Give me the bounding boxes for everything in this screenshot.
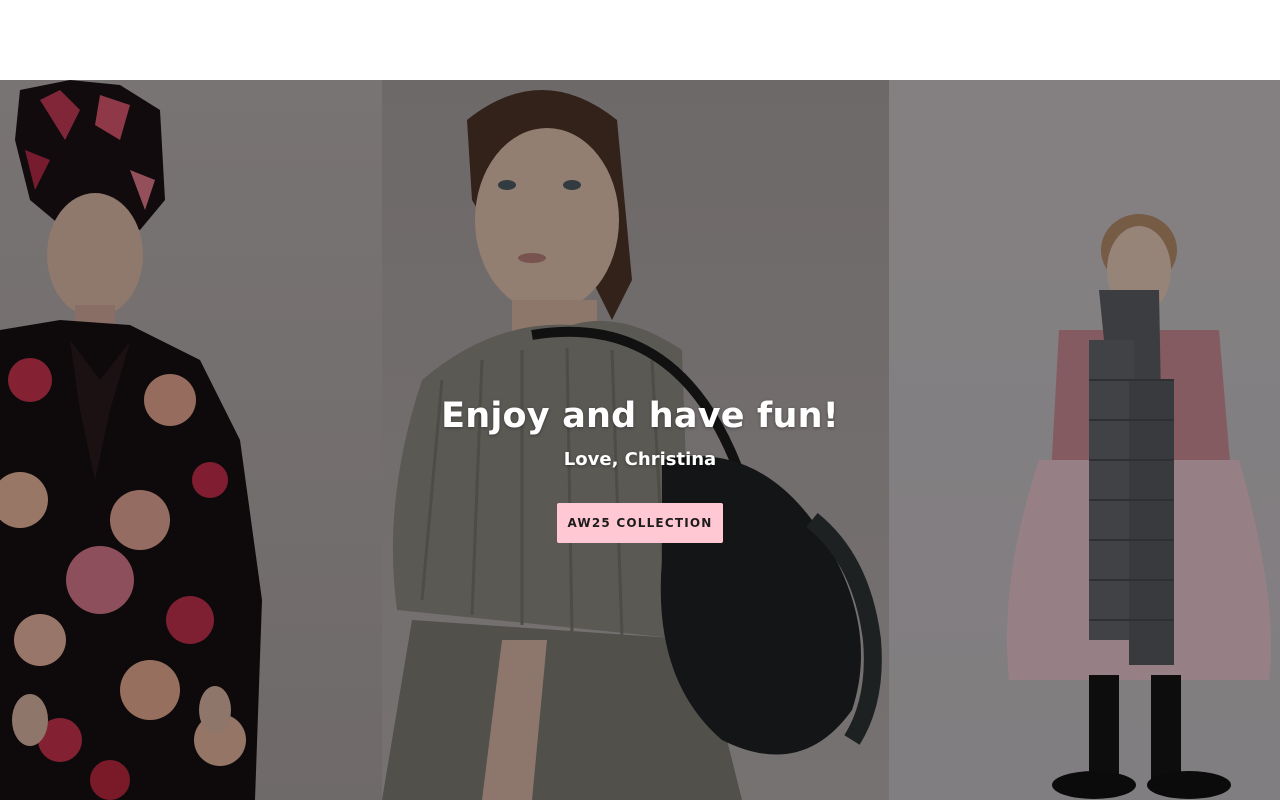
hero-subtitle: Love, Christina — [563, 449, 717, 470]
shop-collection-button[interactable]: AW25 COLLECTION — [557, 503, 723, 543]
site-header — [0, 0, 1280, 80]
hero-content: Enjoy and have fun! Love, Christina AW25… — [0, 394, 1280, 543]
hero-title: Enjoy and have fun! — [441, 396, 839, 436]
hero-banner: Enjoy and have fun! Love, Christina AW25… — [0, 80, 1280, 800]
